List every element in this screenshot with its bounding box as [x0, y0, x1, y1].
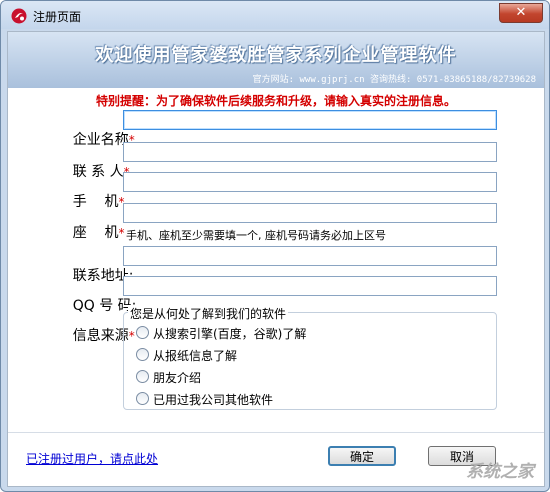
qq-input[interactable] [123, 276, 497, 296]
registered-user-link[interactable]: 已注册过用户，请点此处 [26, 450, 158, 467]
source-label: 信息来源 [72, 328, 129, 344]
source-option-search[interactable]: 从搜索引擎(百度，谷歌)了解 [136, 325, 306, 342]
landline-input[interactable] [123, 203, 497, 223]
ok-button[interactable]: 确定 [328, 446, 396, 466]
phone-hint: 手机、座机至少需要填一个, 座机号码请务必加上区号 [126, 229, 386, 242]
radio-label: 已用过我公司其他软件 [153, 393, 274, 407]
close-button[interactable]: ✕ [499, 3, 543, 23]
radio-button-icon[interactable] [136, 392, 149, 405]
dialog-body: 欢迎使用管家婆致胜管家系列企业管理软件 官方网站: www.gjprj.cn 咨… [7, 31, 545, 487]
radio-label: 从搜索引擎(百度，谷歌)了解 [153, 327, 307, 341]
banner-title: 欢迎使用管家婆致胜管家系列企业管理软件 [95, 45, 457, 66]
source-group-title: 您是从何处了解到我们的软件 [128, 305, 289, 322]
register-dialog: 注册页面 ✕ 欢迎使用管家婆致胜管家系列企业管理软件 官方网站: www.gjp… [0, 0, 550, 492]
radio-button-icon[interactable] [136, 326, 149, 339]
address-input[interactable] [123, 246, 497, 266]
app-logo-icon [11, 8, 27, 24]
radio-label: 从报纸信息了解 [153, 349, 238, 363]
source-option-existing-customer[interactable]: 已用过我公司其他软件 [136, 391, 273, 408]
reminder-text: 特别提醒：为了确保软件后续服务和升级，请输入真实的注册信息。 [95, 94, 456, 108]
window-title: 注册页面 [33, 10, 82, 24]
radio-button-icon[interactable] [136, 348, 149, 361]
source-option-newspaper[interactable]: 从报纸信息了解 [136, 347, 237, 364]
banner: 欢迎使用管家婆致胜管家系列企业管理软件 官方网站: www.gjprj.cn 咨… [8, 32, 544, 88]
required-mark: * [118, 226, 125, 240]
source-group: 您是从何处了解到我们的软件 从搜索引擎(百度，谷歌)了解 从报纸信息了解 朋友介… [123, 305, 497, 410]
footer-divider [8, 432, 544, 433]
banner-contact: 官方网站: www.gjprj.cn 咨询热线: 0571-83865188/8… [252, 75, 536, 85]
contact-person-input[interactable] [123, 142, 497, 162]
radio-button-icon[interactable] [136, 370, 149, 383]
source-label-row: 信息来源* [46, 309, 135, 361]
company-name-input[interactable] [123, 110, 497, 130]
source-option-friend[interactable]: 朋友介绍 [136, 369, 201, 386]
phone-label: 座 机 [72, 225, 119, 241]
watermark: 系统之家 [466, 462, 534, 482]
title-bar[interactable]: 注册页面 ✕ [1, 1, 549, 29]
radio-label: 朋友介绍 [153, 371, 202, 385]
mobile-input[interactable] [123, 172, 497, 192]
